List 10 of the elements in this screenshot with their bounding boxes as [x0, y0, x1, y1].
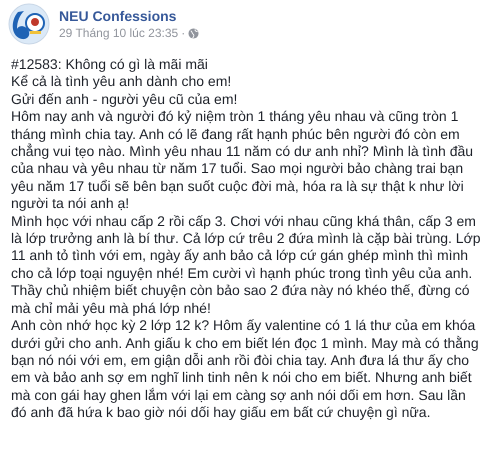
page-name-link[interactable]: NEU Confessions [59, 7, 200, 25]
separator-dot: · [181, 25, 186, 41]
globe-icon [188, 28, 200, 38]
post-paragraph: Anh còn nhớ học kỳ 2 lớp 12 k? Hôm ấy valentine có 1 lá thư của em khóa dưới gửi cho anh. Anh giấu k cho em biết lén đọc 1 mình. May mà có thằng bạn nó nói với em, em giận dỗi anh rồi đòi chia tay. Anh đưa lá thư ấy cho em và bảo anh sợ em nghĩ linh tinh nên k nói cho em biết. Nhưng anh biết mà con gái hay ghen lắm với lại em càng sợ anh nói dối em hơn. Sau lần đó anh đã hứa k bao giờ nói dối hay giấu em bất cứ chuyện gì nữa. [11, 317, 480, 422]
post-paragraph: Hôm nay anh và người đó kỷ niệm tròn 1 tháng yêu nhau và cũng tròn 1 tháng mình chia tay. Anh có lẽ đang rất hạnh phúc bên người đó còn em chẳng vui tẹo nào. Mình yêu nhau 11 năm có dư anh nhỉ? Mình là tình đầu của nhau và yêu nhau từ năm 17 tuổi. Sao mọi người bảo chàng trai bạn yêu năm 17 tuổi sẽ bên bạn suốt cuộc đời mà, hóa ra là sự thật k như lời người ta nói anh ạ! [11, 108, 474, 213]
page-logo-icon[interactable] [8, 3, 50, 45]
post-paragraph: #12583: Không có gì là mãi mãi [11, 56, 209, 74]
post-paragraph: Mình học với nhau cấp 2 rồi cấp 3. Chơi với nhau cũng khá thân, cấp 3 em là lớp trưởng anh là bí thư. Cả lớp cứ trêu 2 đứa mình là cặp bài trùng. Lớp 11 anh tỏ tình với em, ngày ấy anh bảo cả lớp cứ gán ghép mình thì mình cho cả lớp toại nguyện nhé! Em cười vì hạnh phúc trong tình yêu của anh. Thầy chủ nhiệm biết chuyện còn bảo sao 2 đứa này nó khéo thế, đừng có mà chỉ mải yêu mà phá lớp nhé! [11, 212, 482, 318]
post-paragraph: Kể cả là tình yêu anh dành cho em! [11, 73, 232, 91]
post-paragraph: Gửi đến anh - người yêu cũ của em! [11, 90, 238, 108]
